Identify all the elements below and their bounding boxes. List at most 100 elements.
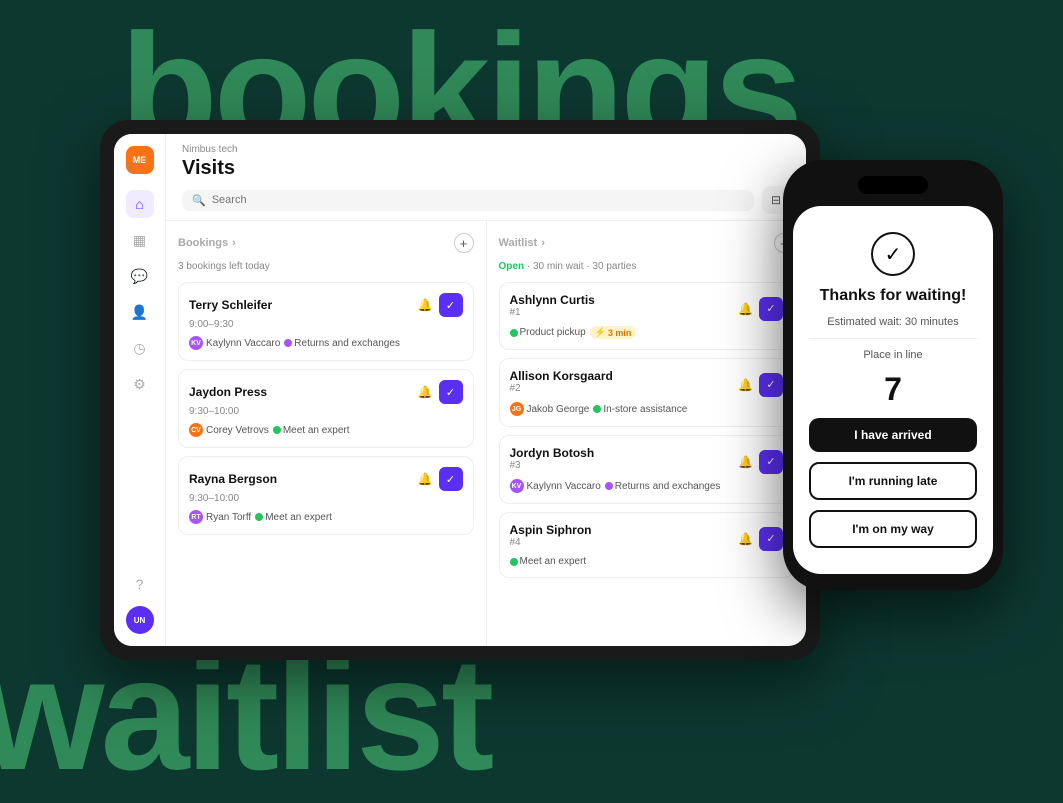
check-btn-aspin[interactable]: ✓ bbox=[759, 527, 783, 551]
check-btn-allison[interactable]: ✓ bbox=[759, 373, 783, 397]
card-time-rayna: 9:30–10:00 bbox=[189, 493, 463, 504]
phone-screen: ✓ Thanks for waiting! Estimated wait: 30… bbox=[793, 206, 993, 574]
card-name-ashlynn: Ashlynn Curtis bbox=[510, 293, 595, 307]
card-time-terry: 9:00–9:30 bbox=[189, 319, 463, 330]
time-badge-ashlynn: ⚡ 3 min bbox=[590, 326, 637, 339]
booking-card-jaydon: Jaydon Press 🔔 ✓ 9:30–10:00 CV Corey Vet… bbox=[178, 369, 474, 448]
check-btn-jaydon[interactable]: ✓ bbox=[439, 380, 463, 404]
bell-icon-jaydon[interactable]: 🔔 bbox=[418, 385, 433, 399]
person-avatar-rayna: RT bbox=[189, 510, 203, 524]
search-icon: 🔍 bbox=[192, 194, 206, 207]
waitlist-column: Waitlist › + Open · 30 min wait · 30 par… bbox=[487, 221, 807, 646]
tag-label-allison: In-store assistance bbox=[593, 404, 687, 415]
sidebar-item-message[interactable]: 💬 bbox=[126, 262, 154, 290]
sidebar-item-settings[interactable]: ⚙ bbox=[126, 370, 154, 398]
tag-dot-ashlynn bbox=[510, 329, 518, 337]
phone-title: Thanks for waiting! bbox=[820, 286, 967, 305]
bell-icon-jordyn[interactable]: 🔔 bbox=[738, 455, 753, 469]
tag-label-jordyn: Returns and exchanges bbox=[605, 481, 721, 492]
waitlist-wait-time: 30 min wait bbox=[533, 261, 584, 272]
bell-icon-ashlynn[interactable]: 🔔 bbox=[738, 302, 753, 316]
booking-card-terry: Terry Schleifer 🔔 ✓ 9:00–9:30 KV Kaylynn… bbox=[178, 282, 474, 361]
check-btn-ashlynn[interactable]: ✓ bbox=[759, 297, 783, 321]
sidebar-company-avatar[interactable]: ME bbox=[126, 146, 154, 174]
phone-device: ✓ Thanks for waiting! Estimated wait: 30… bbox=[783, 160, 1003, 590]
waitlist-open-badge: Open bbox=[499, 261, 525, 272]
bell-icon-allison[interactable]: 🔔 bbox=[738, 378, 753, 392]
tag-dot-allison bbox=[593, 405, 601, 413]
phone-late-button[interactable]: I'm running late bbox=[809, 462, 977, 500]
phone-on-way-button[interactable]: I'm on my way bbox=[809, 510, 977, 548]
person-name-rayna: Ryan Torff bbox=[206, 512, 251, 523]
columns: Bookings › + 3 bookings left today Terry… bbox=[166, 221, 806, 646]
search-input[interactable] bbox=[212, 194, 744, 206]
tag-dot-jordyn bbox=[605, 482, 613, 490]
bookings-column-header: Bookings › + bbox=[178, 233, 474, 253]
card-tags-jordyn: KV Kaylynn Vaccaro Returns and exchanges bbox=[510, 479, 784, 493]
card-name-terry: Terry Schleifer bbox=[189, 298, 272, 312]
bell-icon-terry[interactable]: 🔔 bbox=[418, 298, 433, 312]
sidebar-item-calendar[interactable]: ▦ bbox=[126, 226, 154, 254]
card-number-allison: #2 bbox=[510, 383, 613, 394]
person-avatar-allison: JG bbox=[510, 402, 524, 416]
phone-check-icon: ✓ bbox=[871, 232, 915, 276]
phone-arrived-button[interactable]: I have arrived bbox=[809, 418, 977, 452]
card-tags-jaydon: CV Corey Vetrovs Meet an expert bbox=[189, 423, 463, 437]
page-title: Visits bbox=[182, 157, 790, 180]
card-name-jaydon: Jaydon Press bbox=[189, 385, 267, 399]
sidebar-item-people[interactable]: 👤 bbox=[126, 298, 154, 326]
tag-label-rayna: Meet an expert bbox=[255, 512, 332, 523]
waitlist-parties: 30 parties bbox=[592, 261, 636, 272]
person-avatar-jordyn: KV bbox=[510, 479, 524, 493]
card-name-aspin: Aspin Siphron bbox=[510, 523, 592, 537]
sidebar-user-avatar[interactable]: UN bbox=[126, 606, 154, 634]
card-number-jordyn: #3 bbox=[510, 460, 595, 471]
check-btn-terry[interactable]: ✓ bbox=[439, 293, 463, 317]
card-tags-terry: KV Kaylynn Vaccaro Returns and exchanges bbox=[189, 336, 463, 350]
bell-icon-aspin[interactable]: 🔔 bbox=[738, 532, 753, 546]
check-btn-jordyn[interactable]: ✓ bbox=[759, 450, 783, 474]
person-name-allison: Jakob George bbox=[527, 404, 590, 415]
waitlist-card-jordyn: Jordyn Botosh #3 🔔 ✓ KV Kaylynn V bbox=[499, 435, 795, 504]
waitlist-column-header: Waitlist › + bbox=[499, 233, 795, 253]
sidebar: ME ⌂ ▦ 💬 👤 ◷ ⚙ ? UN bbox=[114, 134, 166, 646]
card-name-rayna: Rayna Bergson bbox=[189, 472, 277, 486]
bookings-add-button[interactable]: + bbox=[454, 233, 474, 253]
bookings-title[interactable]: Bookings › bbox=[178, 237, 236, 249]
bell-icon-rayna[interactable]: 🔔 bbox=[418, 472, 433, 486]
check-btn-rayna[interactable]: ✓ bbox=[439, 467, 463, 491]
tag-dot-jaydon bbox=[273, 426, 281, 434]
tag-dot-aspin bbox=[510, 558, 518, 566]
person-name-terry: Kaylynn Vaccaro bbox=[206, 338, 280, 349]
card-number-aspin: #4 bbox=[510, 537, 592, 548]
person-name-jordyn: Kaylynn Vaccaro bbox=[527, 481, 601, 492]
phone-divider bbox=[809, 338, 977, 339]
phone-notch bbox=[858, 176, 928, 194]
sidebar-item-help[interactable]: ? bbox=[126, 570, 154, 598]
tag-label-jaydon: Meet an expert bbox=[273, 425, 350, 436]
tag-label-aspin: Meet an expert bbox=[510, 556, 587, 567]
waitlist-title[interactable]: Waitlist › bbox=[499, 237, 545, 249]
waitlist-subtitle: Open · 30 min wait · 30 parties bbox=[499, 261, 795, 272]
sidebar-item-home[interactable]: ⌂ bbox=[126, 190, 154, 218]
card-tags-ashlynn: Product pickup ⚡ 3 min bbox=[510, 326, 784, 339]
bookings-column: Bookings › + 3 bookings left today Terry… bbox=[166, 221, 487, 646]
sidebar-item-clock[interactable]: ◷ bbox=[126, 334, 154, 362]
card-name-allison: Allison Korsgaard bbox=[510, 369, 613, 383]
bookings-subtitle: 3 bookings left today bbox=[178, 261, 474, 272]
search-input-wrap[interactable]: 🔍 bbox=[182, 190, 754, 211]
tag-person-terry: KV Kaylynn Vaccaro bbox=[189, 336, 280, 350]
waitlist-card-ashlynn: Ashlynn Curtis #1 🔔 ✓ Product pi bbox=[499, 282, 795, 350]
person-name-jaydon: Corey Vetrovs bbox=[206, 425, 269, 436]
phone-subtitle: Estimated wait: 30 minutes bbox=[827, 316, 958, 328]
card-number-ashlynn: #1 bbox=[510, 307, 595, 318]
waitlist-card-allison: Allison Korsgaard #2 🔔 ✓ JG Jakob bbox=[499, 358, 795, 427]
card-name-jordyn: Jordyn Botosh bbox=[510, 446, 595, 460]
tag-label-ashlynn: Product pickup bbox=[510, 327, 586, 338]
phone-place-label: Place in line bbox=[863, 349, 922, 361]
top-bar: Nimbus tech Visits 🔍 ⊟ bbox=[166, 134, 806, 221]
card-tags-aspin: Meet an expert bbox=[510, 556, 784, 567]
tag-person-jordyn: KV Kaylynn Vaccaro bbox=[510, 479, 601, 493]
card-time-jaydon: 9:30–10:00 bbox=[189, 406, 463, 417]
tag-person-allison: JG Jakob George bbox=[510, 402, 590, 416]
